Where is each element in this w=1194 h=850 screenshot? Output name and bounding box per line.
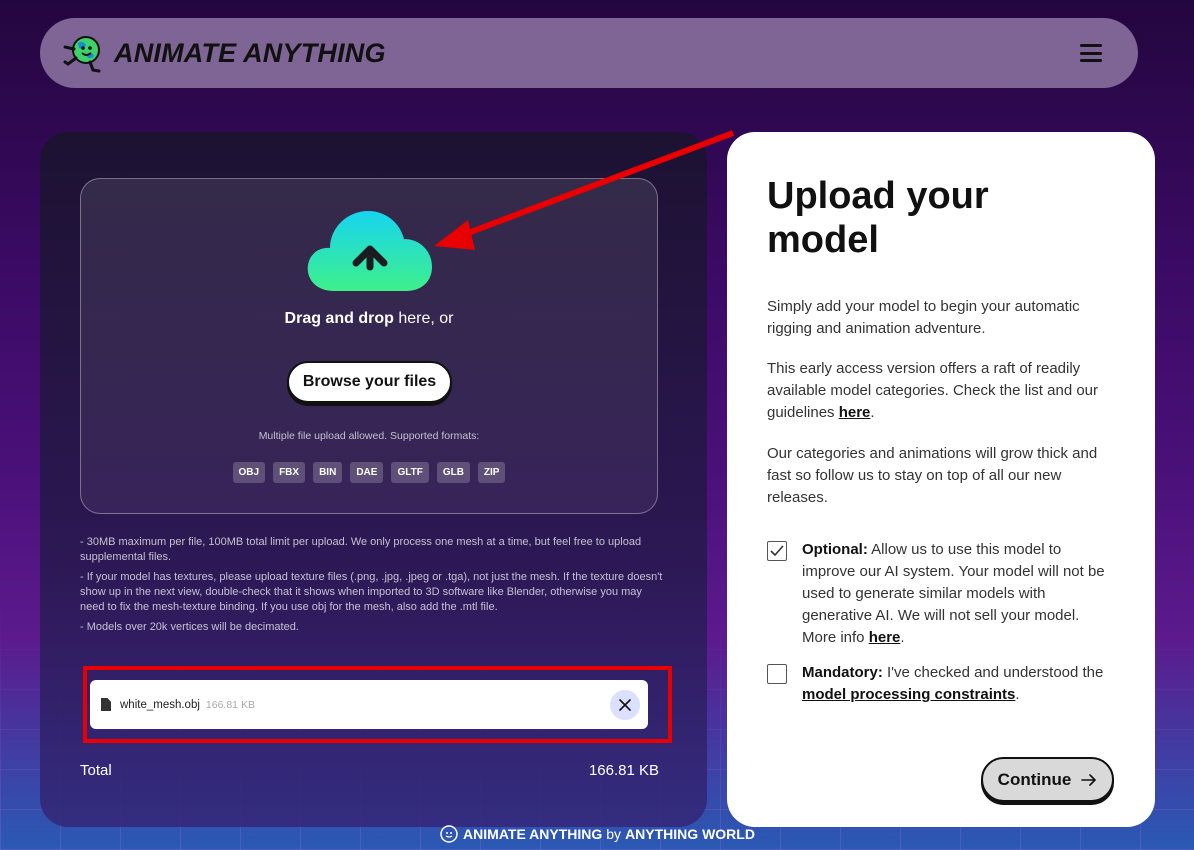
formats-note: Multiple file upload allowed. Supported …: [258, 430, 480, 442]
hamburger-menu-icon[interactable]: [1080, 44, 1102, 62]
logo-text: ANIMATE ANYTHING: [114, 37, 386, 68]
logo[interactable]: ANIMATE ANYTHING: [62, 33, 386, 73]
format-badge: ZIP: [477, 462, 506, 483]
cloud-upload-icon: [307, 211, 432, 291]
browse-files-button[interactable]: Browse your files: [287, 361, 452, 403]
constraints-link[interactable]: model processing constraints: [802, 686, 1015, 703]
mascot-outline-icon: [440, 825, 458, 843]
remove-file-button[interactable]: [610, 689, 640, 720]
total-label: Total: [80, 762, 112, 779]
note-item: - If your model has textures, please upl…: [80, 571, 663, 613]
checkmark-icon: [770, 545, 784, 557]
format-badge: DAE: [350, 462, 384, 483]
info-panel: Upload your model Simply add your model …: [727, 132, 1155, 827]
footer-brand: ANIMATE ANYTHING by ANYTHING WORLD: [0, 824, 1194, 844]
continue-label: Continue: [997, 769, 1072, 789]
optional-consent-text: Optional: Allow us to use this model to …: [802, 541, 1105, 646]
categories-paragraph: Our categories and animations will grow …: [767, 445, 1098, 506]
note-item: - Models over 20k vertices will be decim…: [80, 621, 299, 633]
top-nav-bar: ANIMATE ANYTHING: [40, 18, 1138, 88]
note-item: - 30MB maximum per file, 100MB total lim…: [80, 536, 642, 563]
total-value: 166.81 KB: [588, 762, 659, 779]
arrow-right-icon: [1081, 773, 1097, 786]
file-icon: [101, 698, 111, 711]
optional-consent-row: Optional: Allow us to use this model to …: [767, 539, 1117, 649]
format-badge: GLTF: [391, 462, 429, 483]
upload-panel: Drag and drop here, or Browse your files…: [40, 132, 707, 827]
uploaded-file-row: white_mesh.obj 166.81 KB: [90, 680, 648, 729]
file-name: white_mesh.obj: [120, 698, 200, 711]
drag-drop-text: Drag and drop here, or: [284, 310, 454, 327]
file-dropzone[interactable]: Drag and drop here, or Browse your files…: [80, 178, 658, 514]
close-icon: [619, 698, 631, 711]
early-access-paragraph: This early access version offers a raft …: [767, 360, 1099, 421]
upload-notes: - 30MB maximum per file, 100MB total lim…: [80, 535, 665, 640]
globe-mascot-icon: [63, 36, 101, 73]
format-badges: OBJ FBX BIN DAE GLTF GLB ZIP: [81, 462, 657, 483]
more-info-link[interactable]: here: [869, 629, 901, 646]
format-badge: FBX: [273, 462, 306, 483]
format-badge: BIN: [313, 462, 343, 483]
page-title: Upload your model: [767, 175, 989, 261]
continue-button[interactable]: Continue: [981, 757, 1114, 802]
format-badge: OBJ: [232, 462, 266, 483]
mandatory-consent-row: Mandatory: I've checked and understood t…: [767, 662, 1117, 706]
optional-consent-checkbox[interactable]: [767, 541, 787, 561]
mandatory-consent-text: Mandatory: I've checked and understood t…: [802, 664, 1104, 703]
intro-paragraph: Simply add your model to begin your auto…: [767, 298, 1080, 337]
mandatory-consent-checkbox[interactable]: [767, 664, 787, 684]
guidelines-link[interactable]: here: [839, 404, 871, 421]
file-size: 166.81 KB: [205, 698, 255, 711]
format-badge: GLB: [436, 462, 470, 483]
